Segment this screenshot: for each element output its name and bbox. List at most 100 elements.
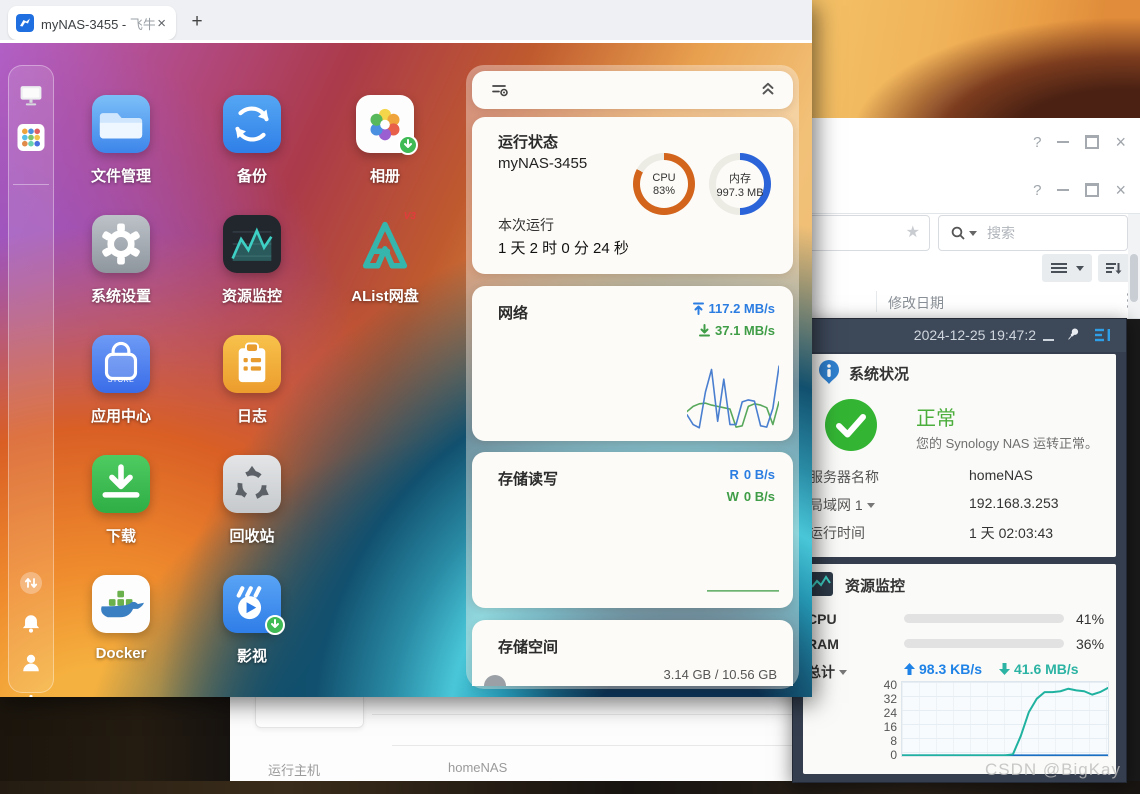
search-icon [951,226,965,240]
collapse-panel-icon[interactable] [761,81,775,101]
minimize-icon[interactable] [1057,189,1070,191]
app-label: 文件管理 [90,168,151,185]
divider [805,213,1140,214]
app-label: 应用中心 [90,408,151,425]
watermark: CSDN @BigKay [985,760,1122,779]
app-photos[interactable]: 相册 [327,95,443,186]
app-logs[interactable]: 日志 [194,335,310,426]
scrollbar-thumb[interactable] [1130,254,1138,302]
widget-settings-icon[interactable] [492,82,509,103]
list-column-header[interactable]: 修改日期 [805,285,1140,319]
app-alist[interactable]: V3 AList网盘 [327,211,443,306]
network-history-chart [901,681,1109,757]
row-label: 局域网 1 [809,497,863,513]
app-backup[interactable]: 备份 [194,95,310,186]
background-row-label: 运行主机 [268,763,321,778]
tab-close-icon[interactable]: × [155,15,168,32]
background-row-value: homeNAS [448,760,508,775]
user-icon[interactable] [20,652,42,679]
app-system-settings[interactable]: 系统设置 [63,215,179,306]
favorites-field[interactable]: ★ [795,215,930,251]
close-icon[interactable]: × [1115,181,1126,199]
pin-icon[interactable] [1065,326,1082,348]
ram-value: 36% [1076,636,1105,652]
ram-bar [904,639,1064,648]
hostname: myNAS-3455 [498,155,588,172]
memory-gauge: 内存 997.3 MB [709,153,771,215]
app-label: 回收站 [229,528,275,545]
info-icon [817,359,841,385]
docker-whale-icon [101,590,144,618]
app-recycle-bin[interactable]: 回收站 [194,455,310,546]
disk-write-rate: W0 B/s [726,489,775,504]
search-caret-icon[interactable] [969,230,977,236]
maximize-icon[interactable] [1085,135,1100,149]
storage-pie-fragment [484,675,506,686]
chevron-down-icon [839,670,847,675]
network-sparkline [687,363,779,431]
alist-icon [362,221,408,269]
minimize-icon[interactable] [1043,339,1054,341]
list-view-icon [1050,263,1067,273]
storage-usage: 3.14 GB / 10.56 GB [663,667,777,682]
app-docker[interactable]: Docker [63,575,179,662]
resource-monitor-chart-icon [231,227,273,261]
widget-title: 存储读写 [498,471,559,488]
system-settings-gear-icon [102,223,140,265]
sort-icon [1106,262,1122,274]
star-icon[interactable]: ★ [906,222,920,242]
app-movies[interactable]: 影视 [194,575,310,666]
search-input[interactable] [985,224,1127,242]
minimize-icon[interactable] [1057,141,1070,143]
app-file-manager[interactable]: 文件管理 [63,95,179,186]
divider [392,745,792,746]
store-text: STORE [107,377,135,384]
row-value: homeNAS [969,467,1033,483]
maximize-icon[interactable] [1085,183,1100,197]
total-dropdown[interactable]: 总计 [807,662,847,682]
browser-tab[interactable]: myNAS-3455 - 飞牛 × [8,6,176,40]
app-label: 下载 [105,528,136,545]
notifications-bell-icon[interactable] [20,612,42,640]
uptime-label: 本次运行 [498,217,554,233]
alist-version-badge: V3 [403,211,416,222]
status-description: 您的 Synology NAS 运转正常。 [916,436,1099,451]
widget-disk-io: 存储读写 R0 B/s W0 B/s [472,452,793,608]
widget-panel-toggle-icon[interactable] [1094,327,1112,348]
scrollbar[interactable] [1128,214,1140,318]
dsm-window-bottom-fragment: 运行主机 homeNAS [230,697,798,781]
sort-button[interactable] [1098,254,1130,282]
synology-widget-panel: 2024-12-25 19:47:2 系统状况 正常 您的 Synology N… [792,318,1127,783]
view-mode-caret-icon[interactable] [1075,265,1084,271]
transfer-icon[interactable] [19,571,43,600]
resource-monitor-icon [809,572,833,601]
app-download[interactable]: 下载 [63,455,179,546]
fnos-widget-panel: 运行状态 myNAS-3455 CPU 83% 内存 997.3 MB 本次运行 1… [466,65,799,689]
new-tab-button[interactable]: + [184,9,210,35]
cpu-value: 41% [1076,611,1105,627]
upload-icon [692,302,704,315]
search-box[interactable] [938,215,1128,251]
fnos-sidebar [8,65,54,697]
screen: ? × ? × ★ 修改日期 [0,0,1140,794]
lan-dropdown[interactable]: 局域网 1 [809,495,875,515]
widget-title: 存储空间 [498,639,559,656]
widget-storage: 存储空间 3.14 GB / 10.56 GB [472,620,793,686]
widget-title: 运行状态 [498,134,559,151]
app-label: 资源监控 [221,288,282,305]
view-mode-button[interactable] [1042,254,1092,282]
app-label: 影视 [236,648,267,665]
row-value: 1 天 02:03:43 [969,525,1054,541]
app-app-center[interactable]: STORE 应用中心 [63,335,179,426]
help-icon[interactable]: ? [1033,134,1041,151]
help-icon[interactable]: ? [1033,182,1041,199]
browser-window: myNAS-3455 - 飞牛 × + 文件管理 备份 相册 系统设置 资源监控… [0,0,812,697]
widget-title: 网络 [498,305,529,322]
column-modified-date[interactable]: 修改日期 [888,293,944,313]
app-resource-monitor[interactable]: 资源监控 [194,215,310,306]
desktop-icon[interactable] [19,84,44,112]
app-launcher-icon[interactable] [17,124,45,156]
settings-gear-icon[interactable] [20,692,42,697]
close-icon[interactable]: × [1115,133,1126,151]
system-health-card: 系统状况 正常 您的 Synology NAS 运转正常。 服务器名称 home… [803,354,1116,557]
